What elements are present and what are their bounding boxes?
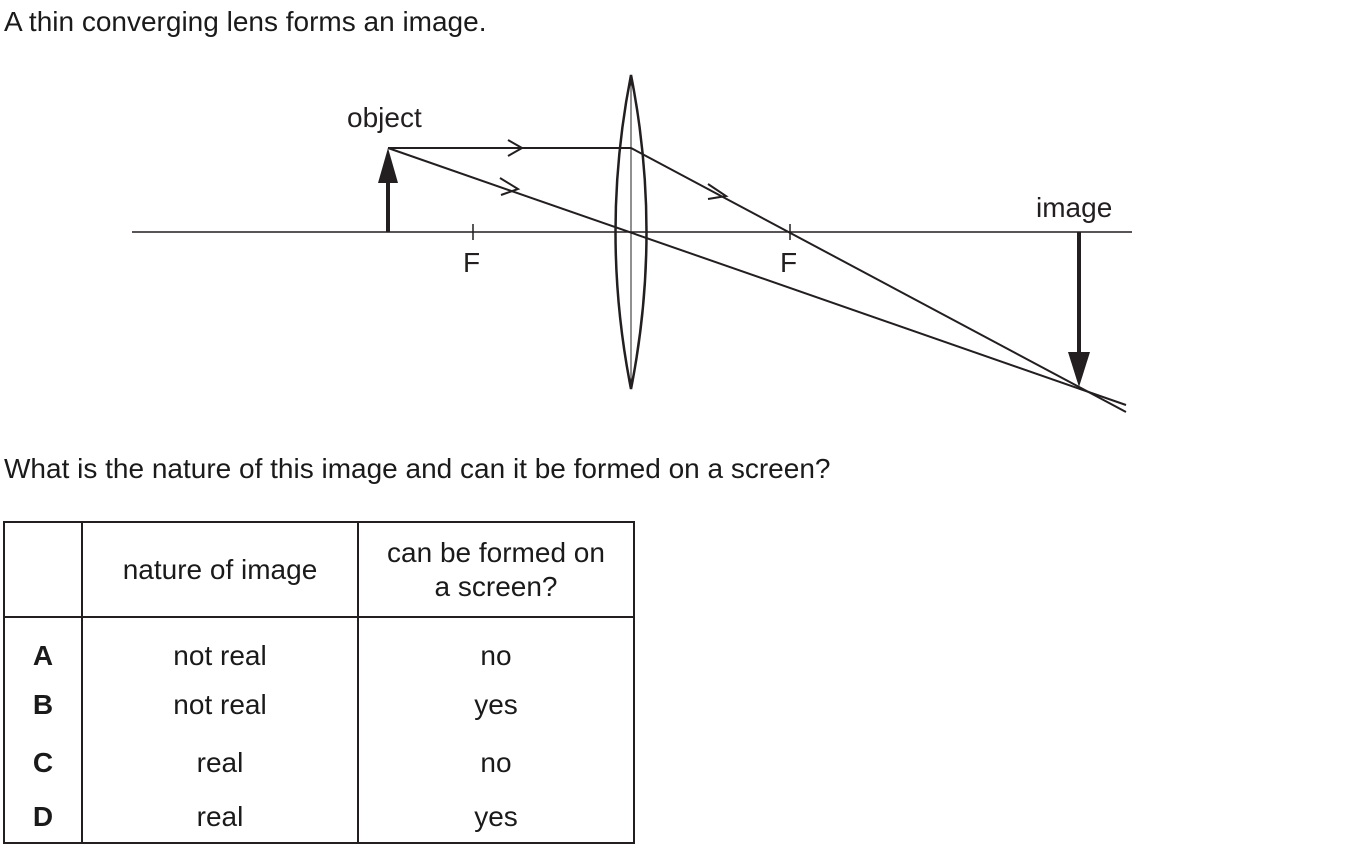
option-letter: A [3,617,83,676]
header-nature-of-image: nature of image [81,522,359,618]
option-letter: D [3,792,83,843]
object-arrow-head [378,148,398,183]
lens-ray-diagram: object image F F [132,74,1132,413]
header-screen: can be formed on a screen? [357,522,635,618]
nature-cell: real [81,792,359,843]
option-row-d[interactable]: D real yes [3,792,635,843]
option-letter: B [3,676,83,734]
header-screen-label: can be formed on a screen? [387,536,605,602]
image-label: image [1036,192,1112,223]
screen-cell: yes [357,792,635,843]
nature-cell: not real [81,617,359,676]
screen-cell: no [357,734,635,792]
option-row-c[interactable]: C real no [3,734,635,792]
option-row-a[interactable]: A not real no [3,617,635,676]
screen-cell: yes [357,676,635,734]
object-label: object [347,102,422,133]
nature-cell: not real [81,676,359,734]
nature-cell: real [81,734,359,792]
answer-options-table: nature of image can be formed on a scree… [3,521,635,844]
option-letter: C [3,734,83,792]
table-header-row: nature of image can be formed on a scree… [3,522,635,618]
screen-cell: no [357,617,635,676]
central-ray [387,147,1127,406]
focal-label-right: F [780,247,797,278]
question-text: What is the nature of this image and can… [4,453,831,484]
header-option [3,522,83,618]
focal-label-left: F [463,247,480,278]
option-row-b[interactable]: B not real yes [3,676,635,734]
